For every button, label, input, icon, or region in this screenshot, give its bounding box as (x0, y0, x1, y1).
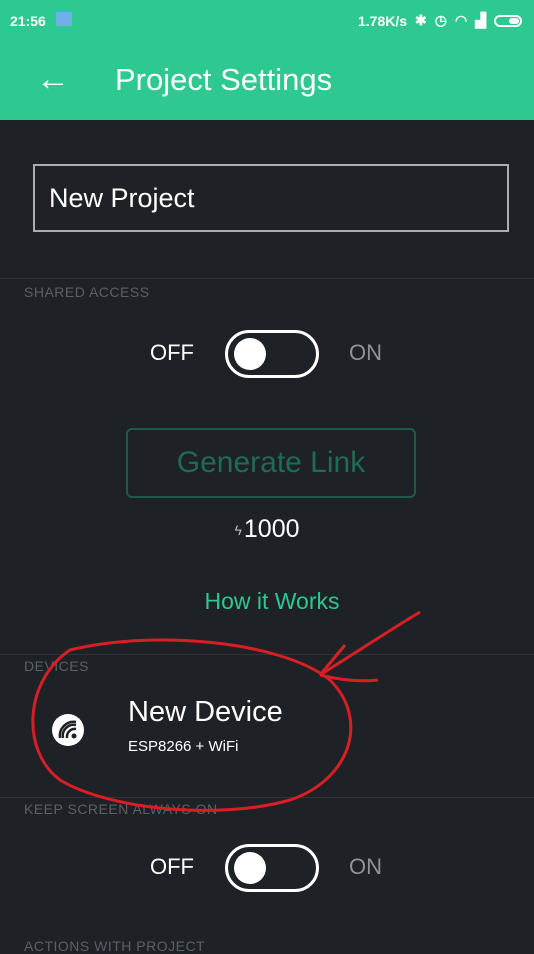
bluetooth-icon: ✱ (415, 12, 427, 28)
battery-icon (494, 14, 522, 27)
device-list-item[interactable]: New Device ESP8266 + WiFi (0, 682, 534, 782)
section-label-shared-access: SHARED ACCESS (24, 284, 150, 300)
app-bar: ← Project Settings (0, 42, 534, 120)
page-title: Project Settings (115, 62, 333, 97)
device-type: ESP8266 + WiFi (128, 738, 239, 755)
toggle-on-label: ON (349, 340, 382, 365)
toggle-off-label: OFF (150, 340, 194, 365)
shared-access-toggle[interactable] (225, 330, 319, 378)
divider (0, 797, 534, 798)
section-label-devices: DEVICES (24, 658, 89, 674)
energy-icon: ϟ (234, 522, 242, 539)
keep-screen-toggle-row: OFF ON (0, 844, 534, 894)
energy-cost: ϟ1000 (0, 515, 534, 544)
toggle-knob (234, 338, 266, 370)
network-speed: 1.78K/s (358, 12, 408, 29)
notification-icon (56, 12, 72, 26)
project-name-field[interactable]: New Project (33, 164, 509, 232)
generate-link-button[interactable]: Generate Link (126, 428, 416, 498)
section-label-actions: ACTIONS WITH PROJECT (24, 938, 206, 954)
status-time: 21:56 (10, 13, 46, 29)
chip-icon (52, 714, 84, 746)
status-indicators: 1.78K/s ✱ ◷ ◠ ▟ (358, 12, 522, 29)
signal-icon: ▟ (475, 12, 486, 28)
section-label-keep-screen-on: KEEP SCREEN ALWAYS ON (24, 801, 218, 817)
status-bar: 21:56 1.78K/s ✱ ◷ ◠ ▟ (0, 0, 534, 42)
alarm-icon: ◷ (434, 12, 447, 28)
how-it-works-link[interactable]: How it Works (0, 588, 534, 615)
device-name: New Device (128, 696, 283, 728)
shared-access-toggle-row: OFF ON (0, 330, 534, 380)
arrow-left-icon[interactable]: ← (36, 62, 70, 96)
divider (0, 654, 534, 655)
keep-screen-toggle[interactable] (225, 844, 319, 892)
energy-amount: 1000 (243, 515, 300, 543)
wifi-icon: ◠ (455, 12, 468, 28)
divider (0, 278, 534, 279)
toggle-on-label: ON (349, 854, 382, 879)
toggle-off-label: OFF (150, 854, 194, 879)
toggle-knob (234, 852, 266, 884)
